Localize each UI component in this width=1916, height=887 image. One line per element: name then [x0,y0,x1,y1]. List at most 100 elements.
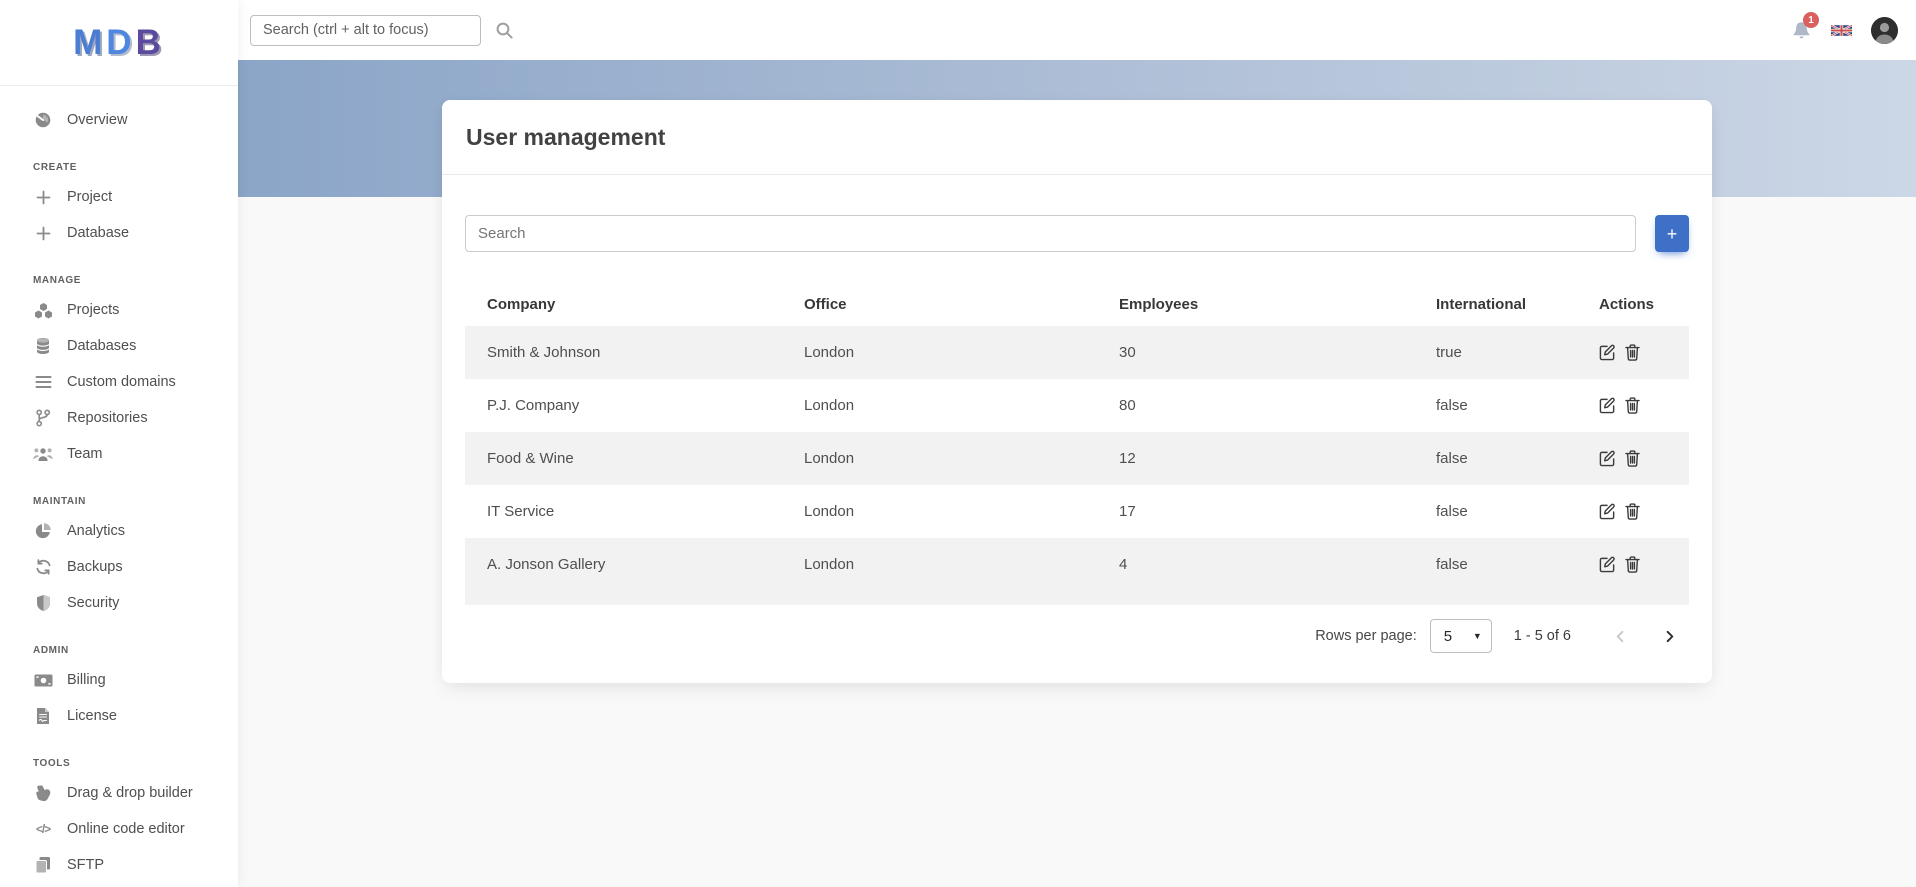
edit-icon [1599,503,1616,520]
cell-employees: 4 [1119,556,1128,573]
list-icon [33,375,53,389]
sidebar-item-projects[interactable]: Projects [0,292,238,328]
row-actions [1599,503,1683,520]
language-flag-button[interactable] [1831,23,1852,37]
card-header: User management [442,100,1712,175]
main-content: User management + Company Office Employees… [238,0,1916,683]
sidebar-item-database[interactable]: Database [0,215,238,251]
sidebar-item-repositories[interactable]: Repositories [0,400,238,436]
pagination-range: 1 - 5 of 6 [1513,628,1571,644]
cell-employees: 12 [1119,450,1136,467]
edit-row-button[interactable] [1599,397,1616,414]
table-search-input[interactable] [465,215,1636,252]
table-row: Smith & Johnson London 30 true [465,326,1689,379]
delete-row-button[interactable] [1625,503,1640,520]
sidebar-section-label-manage: MANAGE [33,275,82,286]
global-search-input[interactable] [250,14,481,46]
code-icon: </> [35,822,51,836]
user-avatar[interactable] [1871,16,1898,44]
column-header-employees: Employees [1119,296,1199,313]
edit-row-button[interactable] [1599,344,1616,361]
sidebar-item-label: Repositories [67,410,148,426]
sidebar-item-drag-drop-builder[interactable]: Drag & drop builder [0,775,238,811]
mdb-logo: MDB [73,22,165,62]
cell-international: false [1436,397,1468,414]
notification-count-badge: 1 [1803,12,1819,28]
sidebar-item-sftp[interactable]: SFTP [0,847,238,883]
sidebar-item-online-code-editor[interactable]: </> Online code editor [0,811,238,847]
rows-per-page-label: Rows per page: [1315,628,1417,644]
sidebar: MDB Overview CREATE Project Database MANAGE P… [0,0,238,887]
money-bill-icon [33,674,53,687]
sidebar-item-project[interactable]: Project [0,179,238,215]
sidebar-item-custom-domains[interactable]: Custom domains [0,364,238,400]
cell-employees: 17 [1119,503,1136,520]
sidebar-item-billing[interactable]: Billing [0,662,238,698]
sidebar-item-label: Backups [67,559,123,575]
cell-actions [1577,432,1689,485]
cell-company: P.J. Company [487,397,580,414]
cell-employees: 30 [1119,344,1136,361]
sidebar-item-analytics[interactable]: Analytics [0,513,238,549]
row-actions [1599,556,1683,573]
delete-row-button[interactable] [1625,450,1640,467]
edit-row-button[interactable] [1599,450,1616,467]
previous-page-button[interactable] [1609,625,1632,648]
cell-international: false [1436,556,1468,573]
sidebar-item-databases[interactable]: Databases [0,328,238,364]
column-header-international: International [1436,296,1527,313]
row-actions [1599,344,1683,361]
delete-row-button[interactable] [1625,344,1640,361]
brand-logo[interactable]: MDB [0,0,238,86]
column-header-actions: Actions [1599,296,1655,313]
cell-office: London [804,344,855,361]
code-branch-icon [33,409,53,427]
cell-office: London [804,450,855,467]
sidebar-item-security[interactable]: Security [0,585,238,621]
sidebar-nav: Overview CREATE Project Database MANAGE Proje… [0,86,238,883]
sidebar-item-label: License [67,708,117,724]
sidebar-item-label: Security [67,595,120,611]
cell-company: A. Jonson Gallery [487,556,606,573]
shield-icon [33,594,53,612]
edit-icon [1599,556,1616,573]
chart-pie-icon [33,522,53,540]
database-icon [33,337,53,355]
column-header-company: Company [487,296,556,313]
sidebar-item-backups[interactable]: Backups [0,549,238,585]
edit-row-button[interactable] [1599,556,1616,573]
row-actions [1599,450,1683,467]
cell-actions [1577,538,1689,605]
sidebar-item-overview[interactable]: Overview [0,102,238,138]
sidebar-section-label-tools: TOOLS [33,758,71,769]
delete-row-button[interactable] [1625,556,1640,573]
add-record-button[interactable]: + [1655,215,1689,252]
search-icon[interactable] [495,21,514,40]
rows-per-page-select[interactable]: 5 ▼ [1429,619,1492,653]
user-management-card: User management + Company Office Employees… [442,100,1712,683]
topbar-actions: 1 [1791,12,1898,44]
sidebar-item-label: Team [67,446,103,462]
sidebar-item-team[interactable]: Team [0,436,238,472]
delete-row-button[interactable] [1625,397,1640,414]
sidebar-section-label-admin: ADMIN [33,645,69,656]
plus-icon [33,190,53,205]
table-row: IT Service London 17 false [465,485,1689,538]
plus-icon: + [1666,223,1678,244]
cell-international: false [1436,503,1468,520]
trash-icon [1625,556,1640,573]
cell-office: London [804,556,855,573]
row-actions [1599,397,1683,414]
edit-row-button[interactable] [1599,503,1616,520]
cell-company: Food & Wine [487,450,574,467]
sidebar-item-label: Billing [67,672,106,688]
trash-icon [1625,503,1640,520]
sidebar-item-label: Overview [67,112,128,128]
notifications-button[interactable]: 1 [1791,12,1819,41]
sidebar-item-license[interactable]: License [0,698,238,734]
next-page-button[interactable] [1658,625,1681,648]
cell-actions [1577,379,1689,432]
column-header-office: Office [804,296,847,313]
rows-per-page-value: 5 [1443,627,1453,645]
sidebar-item-label: SFTP [67,857,105,873]
